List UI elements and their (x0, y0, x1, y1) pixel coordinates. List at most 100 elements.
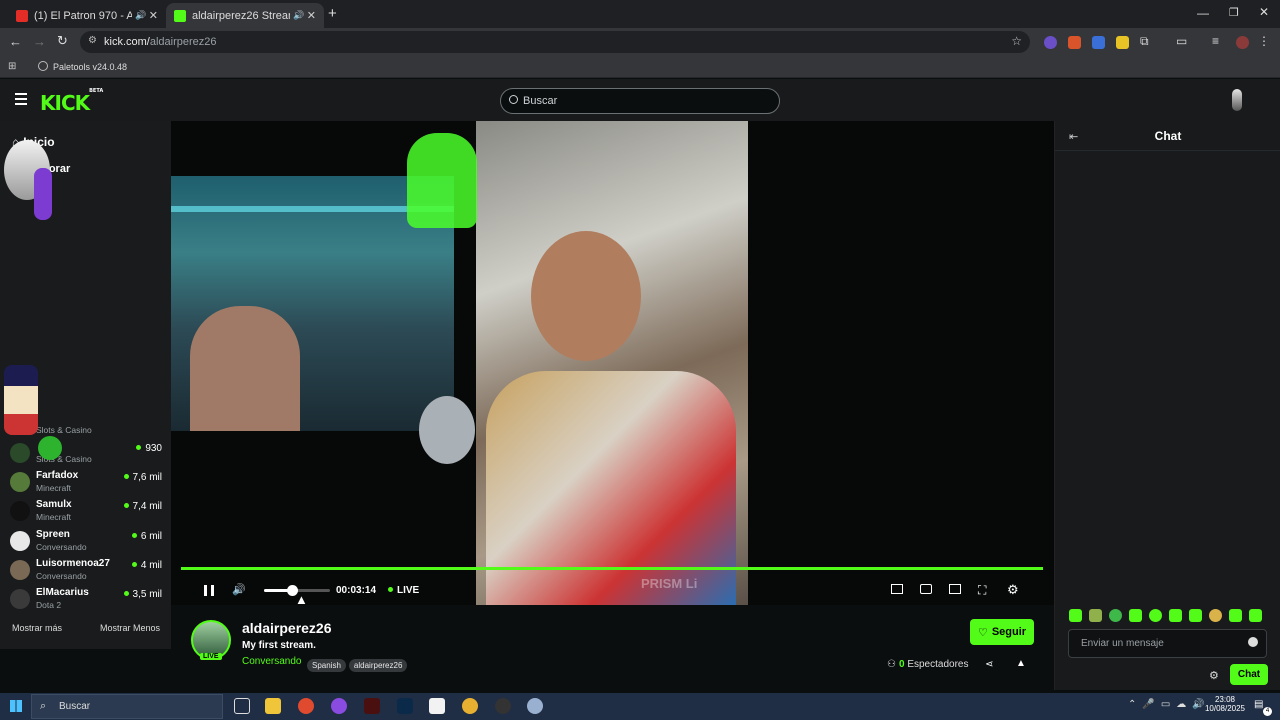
notification-center-icon[interactable]: ▤ (1254, 699, 1263, 710)
emote-icon[interactable] (1129, 609, 1142, 622)
translate-icon[interactable] (1092, 36, 1105, 49)
emote-icon[interactable] (1189, 609, 1202, 622)
emote-icon[interactable] (1249, 609, 1262, 622)
address-bar[interactable]: ⚙ kick.com/aldairperez26 ☆ (80, 31, 1030, 53)
emote-icon[interactable] (1109, 609, 1122, 622)
stream-tags: Spanish aldairperez26 (307, 655, 410, 673)
video-player[interactable]: PRISM Li (171, 121, 1054, 605)
tab-title: aldairperez26 Stream - Wat (192, 9, 290, 22)
hamburger-menu-icon[interactable] (15, 93, 27, 105)
task-view-icon[interactable] (234, 698, 250, 714)
apps-grid-icon[interactable]: ⊞ (8, 61, 16, 72)
viewer-count: 930 (136, 443, 162, 454)
live-dot-icon (388, 587, 393, 592)
close-tab-icon[interactable]: ✕ (307, 9, 316, 22)
channel-name: Samulx (36, 499, 72, 510)
restore-button[interactable]: ❐ (1229, 6, 1239, 19)
settings-gear-icon[interactable]: ⚙ (1007, 582, 1019, 598)
sidebar-channel[interactable]: ElMacarius Dota 2 3,5 mil (10, 587, 162, 615)
streamer-figure (531, 231, 641, 361)
media-icon[interactable]: ▭ (1176, 34, 1187, 48)
chrome-icon[interactable] (462, 698, 478, 714)
channel-name[interactable]: aldairperez26 (242, 620, 332, 636)
search-input[interactable]: Buscar (500, 88, 780, 114)
site-info-icon[interactable]: ⚙ (88, 35, 97, 46)
windows-start-icon[interactable] (10, 700, 22, 712)
show-more-button[interactable]: Mostrar más (12, 623, 62, 633)
share-icon[interactable]: ⋖ (985, 659, 993, 670)
bookmark-paletools[interactable]: Paletools v24.0.48 (53, 62, 127, 72)
back-button[interactable]: ← (9, 34, 22, 49)
stream-category[interactable]: Conversando (242, 656, 301, 667)
live-badge: LIVE (200, 653, 222, 660)
app-icon[interactable] (331, 698, 347, 714)
tag[interactable]: aldairperez26 (348, 659, 408, 672)
chat-message-input[interactable]: Enviar un mensaje (1068, 629, 1267, 658)
live-progress-bar[interactable] (181, 567, 1043, 570)
emote-icon[interactable] (1149, 609, 1162, 622)
file-explorer-icon[interactable] (265, 698, 281, 714)
tab-search-icon[interactable]: ≡ (1212, 34, 1219, 48)
photoshop-icon[interactable] (397, 698, 413, 714)
chat-send-button[interactable]: Chat (1230, 664, 1268, 685)
clock-date: 10/08/2025 (1204, 704, 1246, 713)
emote-icon[interactable] (1169, 609, 1182, 622)
obs-icon[interactable] (495, 698, 511, 714)
partial-channel-category: Slots & Casino (36, 425, 92, 435)
taskbar-clock[interactable]: 23:08 10/08/2025 (1200, 695, 1250, 713)
person-center (190, 306, 300, 431)
volume-icon[interactable]: 🔊 (232, 583, 246, 596)
illustrator-icon[interactable] (364, 698, 380, 714)
profile-avatar[interactable] (1236, 36, 1249, 49)
tag[interactable]: Spanish (307, 659, 346, 672)
menu-icon[interactable]: ⋮ (1258, 34, 1270, 48)
kick-logo[interactable]: KICKBETA (40, 88, 103, 115)
sidebar-channel[interactable]: Farfadox Minecraft 7,6 mil (10, 470, 162, 498)
sidebar-channel[interactable]: Samulx Minecraft 7,4 mil (10, 499, 162, 527)
follow-button[interactable]: ♡ Seguir (970, 619, 1034, 645)
pause-button[interactable] (204, 585, 214, 596)
channel-category: Conversando (36, 542, 87, 552)
extension-icon[interactable] (1116, 36, 1129, 49)
emote-icon[interactable] (1089, 609, 1102, 622)
emoji-icon[interactable] (1248, 637, 1258, 647)
new-tab-button[interactable]: + (328, 5, 337, 22)
system-tray-icons[interactable]: ⌃🎤▭☁🔊 (1128, 699, 1211, 710)
tab-kick-stream[interactable]: aldairperez26 Stream - Wat 🔊 ✕ (166, 3, 324, 28)
speaker-icon[interactable]: 🔊 (135, 10, 146, 21)
app-icon[interactable] (429, 698, 445, 714)
clock-time: 23:08 (1214, 695, 1236, 704)
windows-taskbar: ⌕ Buscar ⌃🎤▭☁🔊 23:08 10/08/2025 ▤ 4 (0, 693, 1280, 720)
minimize-button[interactable]: — (1197, 6, 1209, 20)
chat-settings-gear-icon[interactable]: ⚙ (1209, 669, 1219, 682)
bookmark-star-icon[interactable]: ☆ (1011, 34, 1022, 48)
live-indicator: LIVE (388, 585, 419, 596)
sidebar-channel[interactable]: Slots & Casino 930 (10, 441, 162, 469)
app-icon[interactable] (527, 698, 543, 714)
forward-button[interactable]: → (33, 34, 46, 49)
emote-icon[interactable] (1229, 609, 1242, 622)
show-less-button[interactable]: Mostrar Menos (100, 623, 160, 633)
channel-name: Farfadox (36, 470, 79, 481)
report-warning-icon[interactable]: ▲ (1016, 658, 1026, 669)
emote-icon[interactable] (1069, 609, 1082, 622)
chrome-icon[interactable] (298, 698, 314, 714)
fullscreen-icon[interactable]: ⛶ (978, 583, 986, 598)
clip-icon[interactable] (920, 584, 932, 594)
close-window-button[interactable]: ✕ (1259, 5, 1269, 19)
miniplayer-icon[interactable] (891, 584, 903, 594)
user-avatar[interactable] (1232, 89, 1242, 111)
extension-icon[interactable] (1044, 36, 1057, 49)
taskbar-search-input[interactable]: ⌕ Buscar (31, 694, 223, 719)
close-tab-icon[interactable]: ✕ (149, 9, 158, 22)
emote-icon[interactable] (1209, 609, 1222, 622)
reload-button[interactable]: ↻ (57, 33, 68, 49)
puzzle-icon[interactable]: ⧉ (1140, 34, 1149, 49)
extension-icon[interactable] (1068, 36, 1081, 49)
sidebar-channel[interactable]: Spreen Conversando 6 mil (10, 529, 162, 557)
speaker-icon[interactable]: 🔊 (293, 10, 304, 21)
avatar (10, 443, 30, 463)
theater-mode-icon[interactable] (949, 584, 961, 594)
sidebar-channel[interactable]: Luisormenoa27 Conversando 4 mil (10, 558, 162, 586)
tab-el-patron[interactable]: (1) El Patron 970 - Amsterd 🔊 ✕ (8, 3, 166, 28)
